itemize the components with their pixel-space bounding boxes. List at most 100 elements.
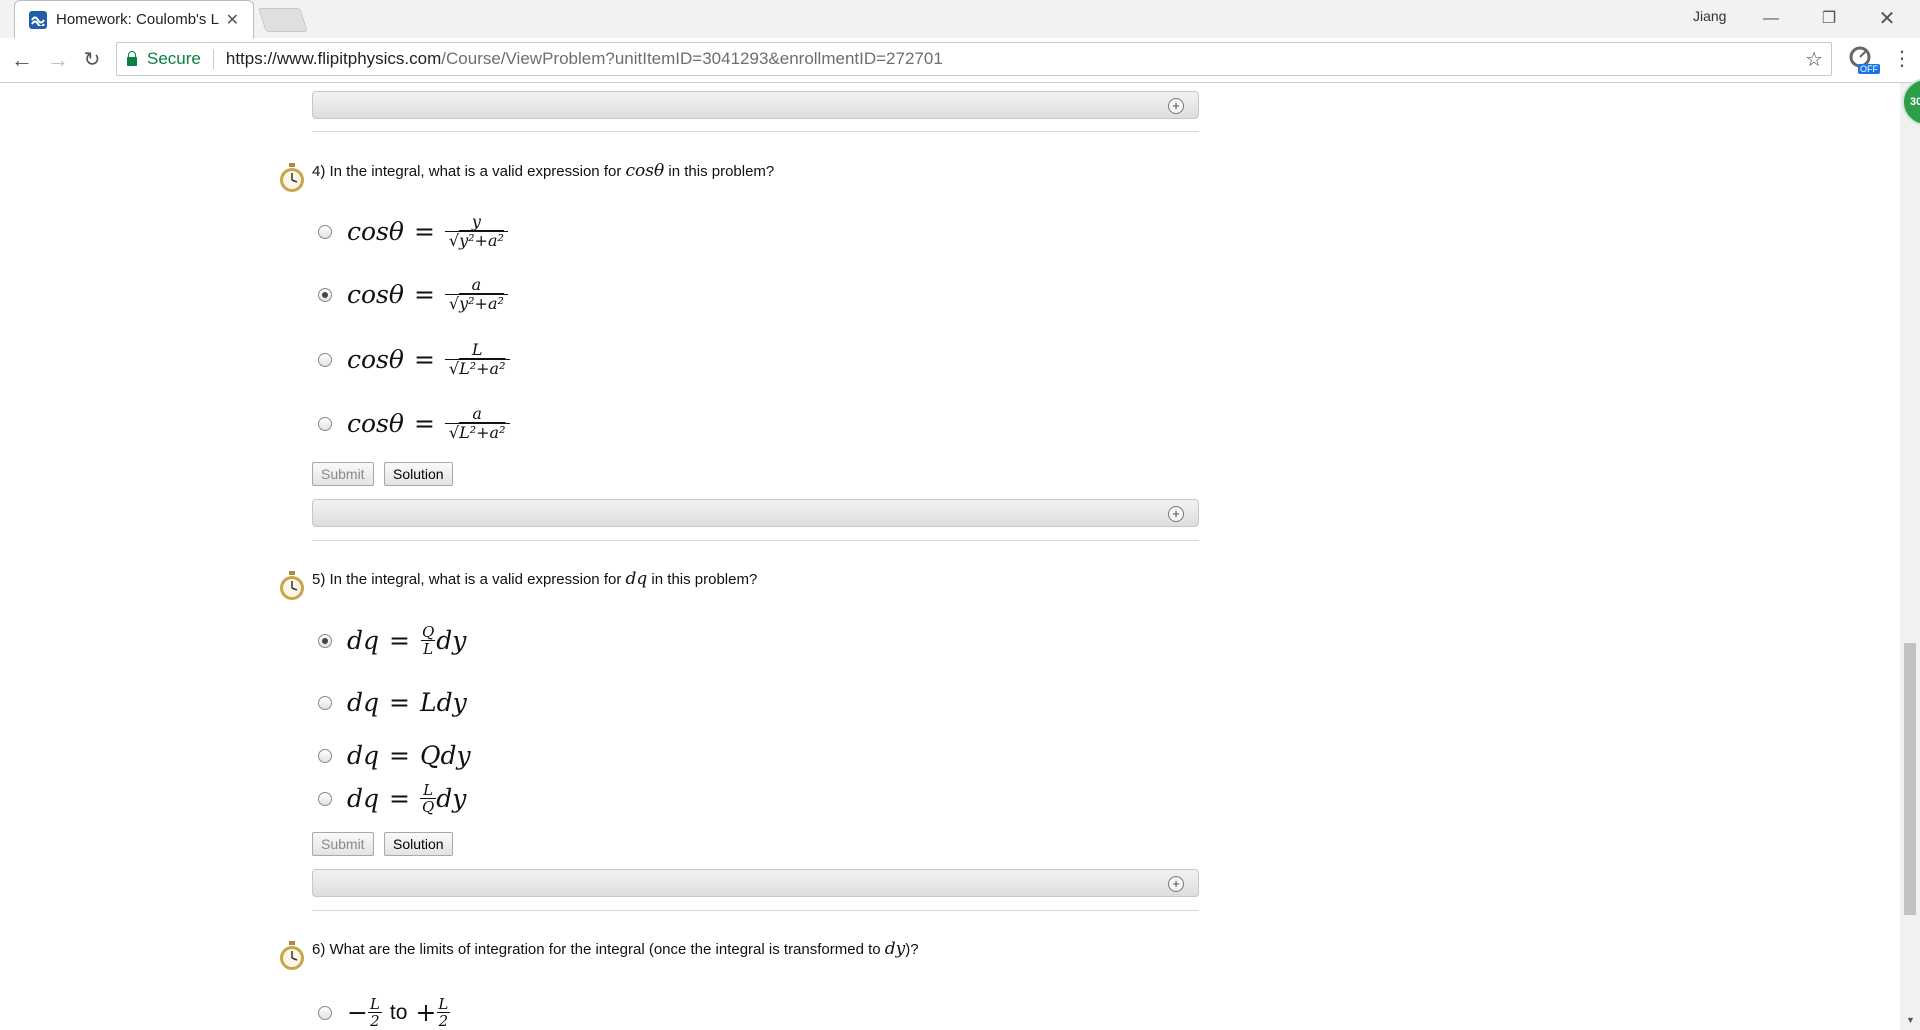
new-tab-button[interactable] [258, 8, 308, 32]
radio-button[interactable] [318, 695, 332, 710]
option-math: cosθ = a √y²+a² [347, 276, 508, 313]
q5-option-3[interactable]: dq = Qdy [318, 741, 471, 770]
lhs: cosθ [347, 280, 404, 309]
menu-icon[interactable]: ⋮ [1892, 46, 1912, 71]
stopwatch-icon [280, 163, 304, 192]
stopwatch-icon [280, 941, 304, 970]
q5-option-4[interactable]: dq = L Q dy [318, 782, 466, 815]
collapsed-panel[interactable]: + [312, 91, 1199, 119]
differential: dy [436, 626, 467, 655]
option-math: cosθ = y √y²+a² [347, 213, 508, 250]
q6-option-1[interactable]: − L 2 to + L 2 [318, 995, 451, 1030]
extension-off-badge: OFF [1858, 64, 1880, 74]
url-host: https://www.flipitphysics.com [225, 49, 442, 68]
numerator: Q [421, 623, 435, 641]
vertical-scrollbar[interactable]: ▲ ▼ [1900, 83, 1920, 1030]
divider [312, 540, 1199, 541]
radio-button[interactable] [318, 416, 332, 431]
back-icon[interactable]: ← [8, 46, 36, 74]
browser-toolbar: ← → ↻ Secure https://www.flipitphysics.c… [0, 38, 1920, 83]
option-math: dq = L Q dy [347, 782, 466, 815]
denominator: L [421, 640, 436, 658]
q4-option-1[interactable]: cosθ = y √y²+a² [318, 213, 508, 250]
equals: = [413, 409, 435, 438]
rhs: Qdy [419, 741, 471, 770]
tab-title: Homework: Coulomb's L [56, 11, 219, 28]
collapsed-panel[interactable]: + [312, 869, 1199, 897]
denominator: 2 [368, 1012, 382, 1030]
solution-button[interactable]: Solution [384, 832, 453, 856]
radio-button[interactable] [318, 748, 332, 763]
q4-option-2[interactable]: cosθ = a √y²+a² [318, 276, 508, 313]
question-6-prompt: 6) What are the limits of integration fo… [312, 939, 919, 959]
plus-sign: + [415, 998, 437, 1027]
scroll-down-icon[interactable]: ▼ [1906, 1015, 1915, 1025]
radio-button[interactable] [318, 224, 332, 239]
equals: = [413, 217, 435, 246]
radio-button[interactable] [318, 791, 332, 806]
radio-button-selected[interactable] [318, 633, 332, 648]
solution-button[interactable]: Solution [384, 462, 453, 486]
submit-button[interactable]: Submit [312, 462, 374, 486]
fraction: a √y²+a² [444, 275, 508, 313]
secure-label: Secure [147, 49, 201, 68]
question-5-prompt: 5) In the integral, what is a valid expr… [312, 569, 757, 589]
submit-button[interactable]: Submit [312, 832, 374, 856]
fraction: a √L²+a² [444, 405, 510, 442]
profile-name[interactable]: Jiang [1693, 8, 1726, 24]
minimize-icon[interactable]: — [1748, 4, 1794, 34]
lock-icon [127, 50, 137, 66]
radio-button[interactable] [318, 1005, 332, 1020]
numerator: L [369, 995, 380, 1013]
q4-option-4[interactable]: cosθ = a √L²+a² [318, 405, 510, 442]
lhs: cosθ [347, 345, 404, 374]
q4-option-3[interactable]: cosθ = L √L²+a² [318, 341, 510, 378]
denominator: √L²+a² [444, 423, 510, 442]
prompt-text-end: )? [905, 941, 919, 958]
reload-icon[interactable]: ↻ [78, 46, 106, 74]
restore-icon[interactable]: ❐ [1806, 4, 1852, 34]
radio-button[interactable] [318, 352, 332, 367]
fraction: y √y²+a² [444, 212, 508, 250]
omnibox-separator [212, 49, 214, 69]
prompt-text-end: in this problem? [647, 571, 758, 588]
window-close-icon[interactable]: ✕ [1864, 4, 1910, 34]
rhs: Ldy [419, 688, 467, 717]
q5-option-1[interactable]: dq = Q L dy [318, 624, 466, 657]
radicand: L²+a² [459, 359, 506, 378]
problem-content: + 4) In the integral, what is a valid ex… [0, 83, 1898, 1030]
numerator: y [471, 212, 481, 231]
close-icon[interactable]: ✕ [226, 10, 239, 30]
denominator: √y²+a² [444, 231, 508, 250]
radicand: y²+a² [459, 294, 504, 313]
option-math: cosθ = a √L²+a² [347, 405, 510, 442]
expand-icon[interactable]: + [1168, 98, 1184, 114]
fraction: Q L [420, 624, 436, 657]
scrollbar-thumb[interactable] [1904, 643, 1916, 915]
prompt-text-end: in this problem? [664, 163, 775, 180]
lhs: dq [347, 784, 380, 813]
q5-option-2[interactable]: dq = Ldy [318, 688, 467, 717]
prompt-variable: dq [625, 569, 648, 589]
forward-icon[interactable]: → [44, 46, 72, 74]
numerator: a [471, 275, 482, 294]
expand-icon[interactable]: + [1168, 506, 1184, 522]
equals: = [413, 280, 435, 309]
prompt-text: 4) In the integral, what is a valid expr… [312, 163, 626, 180]
denominator: √L²+a² [444, 359, 510, 378]
lhs: dq [347, 626, 380, 655]
prompt-text: 6) What are the limits of integration fo… [312, 941, 885, 958]
star-icon[interactable]: ☆ [1805, 47, 1823, 72]
equals: = [413, 345, 435, 374]
option-math: cosθ = L √L²+a² [347, 341, 510, 378]
fraction: L 2 [436, 996, 451, 1030]
prompt-variable: dy [884, 939, 906, 959]
radio-button-selected[interactable] [318, 287, 332, 302]
lhs: dq [347, 688, 380, 717]
address-bar[interactable]: Secure https://www.flipitphysics.com/Cou… [116, 42, 1832, 76]
denominator: 2 [436, 1012, 451, 1030]
browser-tab[interactable]: Homework: Coulomb's L ✕ [14, 0, 254, 38]
prompt-text: 5) In the integral, what is a valid expr… [312, 571, 626, 588]
expand-icon[interactable]: + [1168, 876, 1184, 892]
collapsed-panel[interactable]: + [312, 499, 1199, 527]
